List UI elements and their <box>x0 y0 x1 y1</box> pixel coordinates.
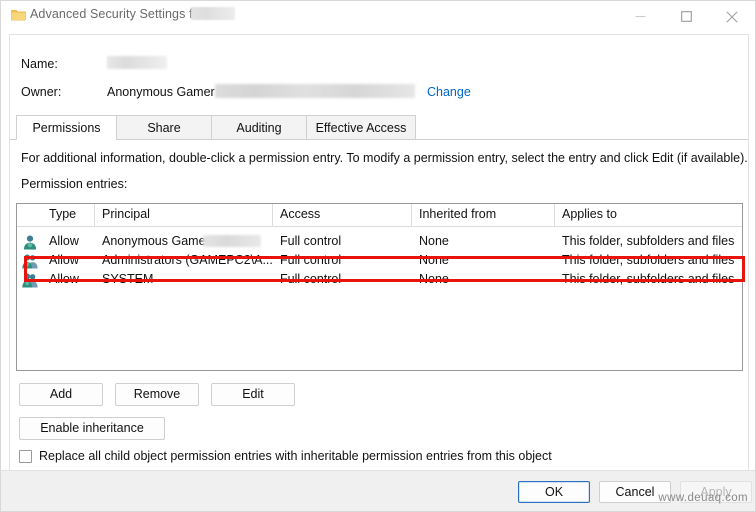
cell-applies-to-value: This folder, subfolders and files <box>562 272 735 286</box>
group-icon <box>22 272 38 288</box>
cell-inherited-from-value: None <box>419 234 449 248</box>
cell-access: Full control <box>273 232 412 251</box>
owner-value: Anonymous Gamer <box>107 85 215 99</box>
column-header-access[interactable]: Access <box>273 204 412 226</box>
advanced-security-settings-window: Advanced Security Settings for Name: Own… <box>0 0 756 512</box>
cell-access: Full control <box>273 270 412 289</box>
permission-entries-table: Type Principal Access Inherited from App… <box>16 203 743 371</box>
column-header-applies-to-label: Applies to <box>562 207 617 221</box>
replace-child-permissions-label: Replace all child object permission entr… <box>39 449 552 463</box>
tab-permissions-label: Permissions <box>32 121 101 135</box>
column-header-principal[interactable]: Principal <box>95 204 273 226</box>
user-icon <box>22 234 38 250</box>
table-row[interactable]: Allow SYSTEM Full control None This fold… <box>17 270 742 289</box>
cell-inherited-from: None <box>412 270 555 289</box>
cell-principal-value: Administrators (GAMEPC2\A... <box>102 253 273 267</box>
cell-type-value: Allow <box>49 234 79 248</box>
cell-access-value: Full control <box>280 253 342 267</box>
cell-type: Allow <box>42 251 95 270</box>
cell-type: Allow <box>42 232 95 251</box>
tab-effective-access[interactable]: Effective Access <box>306 115 416 140</box>
cell-principal: Anonymous Gamer <box>95 232 273 251</box>
cell-principal-value: Anonymous Gamer <box>102 234 210 248</box>
cell-applies-to: This folder, subfolders and files <box>555 270 742 289</box>
cell-access: Full control <box>273 251 412 270</box>
cell-inherited-from-value: None <box>419 272 449 286</box>
tab-strip: Permissions Share Auditing Effective Acc… <box>10 115 748 140</box>
cell-type: Allow <box>42 270 95 289</box>
cell-inherited-from: None <box>412 232 555 251</box>
description-text: For additional information, double-click… <box>21 151 748 165</box>
column-header-inherited-from-label: Inherited from <box>419 207 497 221</box>
table-row[interactable]: Allow Anonymous Gamer Full control None … <box>17 232 742 251</box>
edit-button[interactable]: Edit <box>211 383 295 406</box>
cell-principal-value: SYSTEM <box>102 272 154 286</box>
cell-applies-to: This folder, subfolders and files <box>555 251 742 270</box>
remove-button[interactable]: Remove <box>115 383 199 406</box>
cell-access-value: Full control <box>280 272 342 286</box>
cell-applies-to-value: This folder, subfolders and files <box>562 253 735 267</box>
name-label: Name: <box>21 57 58 71</box>
ok-button[interactable]: OK <box>518 481 590 503</box>
tab-auditing-label: Auditing <box>236 121 282 135</box>
cell-access-value: Full control <box>280 234 342 248</box>
replace-child-permissions-checkbox-row[interactable]: Replace all child object permission entr… <box>19 449 552 463</box>
watermark: www.deuaq.com <box>658 492 748 504</box>
cell-type-value: Allow <box>49 272 79 286</box>
tab-permissions[interactable]: Permissions <box>16 115 117 140</box>
cell-inherited-from: None <box>412 251 555 270</box>
tab-effective-access-label: Effective Access <box>315 121 407 135</box>
tab-share[interactable]: Share <box>116 115 212 140</box>
content-panel: Name: Owner: Anonymous Gamer Change Perm… <box>9 34 749 472</box>
column-header-applies-to[interactable]: Applies to <box>555 204 742 226</box>
tab-share-label: Share <box>147 121 181 135</box>
change-owner-link[interactable]: Change <box>427 85 471 99</box>
remove-button-label: Remove <box>133 387 181 401</box>
cell-applies-to: This folder, subfolders and files <box>555 232 742 251</box>
table-header-row: Type Principal Access Inherited from App… <box>17 204 742 227</box>
title-redacted-block <box>191 7 235 20</box>
window-title: Advanced Security Settings for <box>30 7 204 21</box>
column-header-principal-label: Principal <box>102 207 150 221</box>
permission-entries-label: Permission entries: <box>21 177 128 191</box>
maximize-button[interactable] <box>663 1 709 32</box>
column-header-access-label: Access <box>280 207 321 221</box>
edit-button-label: Edit <box>242 387 264 401</box>
column-header-type-label: Type <box>49 207 77 221</box>
minimize-button[interactable] <box>617 1 663 32</box>
name-value-redacted <box>107 56 167 69</box>
add-button[interactable]: Add <box>19 383 103 406</box>
owner-label: Owner: <box>21 85 62 99</box>
group-icon <box>22 253 38 269</box>
folder-icon <box>11 9 26 21</box>
dialog-footer: OK Cancel Apply <box>1 470 755 511</box>
column-header-inherited-from[interactable]: Inherited from <box>412 204 555 226</box>
title-bar: Advanced Security Settings for <box>1 1 755 32</box>
owner-email-redacted <box>215 84 415 98</box>
enable-inheritance-button[interactable]: Enable inheritance <box>19 417 165 440</box>
cell-principal: SYSTEM <box>95 270 273 289</box>
cell-inherited-from-value: None <box>419 253 449 267</box>
cell-principal: Administrators (GAMEPC2\A... <box>95 251 273 270</box>
tab-auditing[interactable]: Auditing <box>211 115 307 140</box>
ok-button-label: OK <box>544 485 564 499</box>
replace-child-permissions-checkbox[interactable] <box>19 449 32 463</box>
column-header-type[interactable]: Type <box>42 204 95 226</box>
cell-applies-to-value: This folder, subfolders and files <box>562 234 735 248</box>
add-button-label: Add <box>49 387 73 401</box>
enable-inheritance-button-label: Enable inheritance <box>40 421 144 435</box>
cancel-button-label: Cancel <box>615 485 655 499</box>
table-row[interactable]: Allow Administrators (GAMEPC2\A... Full … <box>17 251 742 270</box>
close-button[interactable] <box>709 1 755 32</box>
cell-type-value: Allow <box>49 253 79 267</box>
principal-redacted-block <box>203 235 261 247</box>
